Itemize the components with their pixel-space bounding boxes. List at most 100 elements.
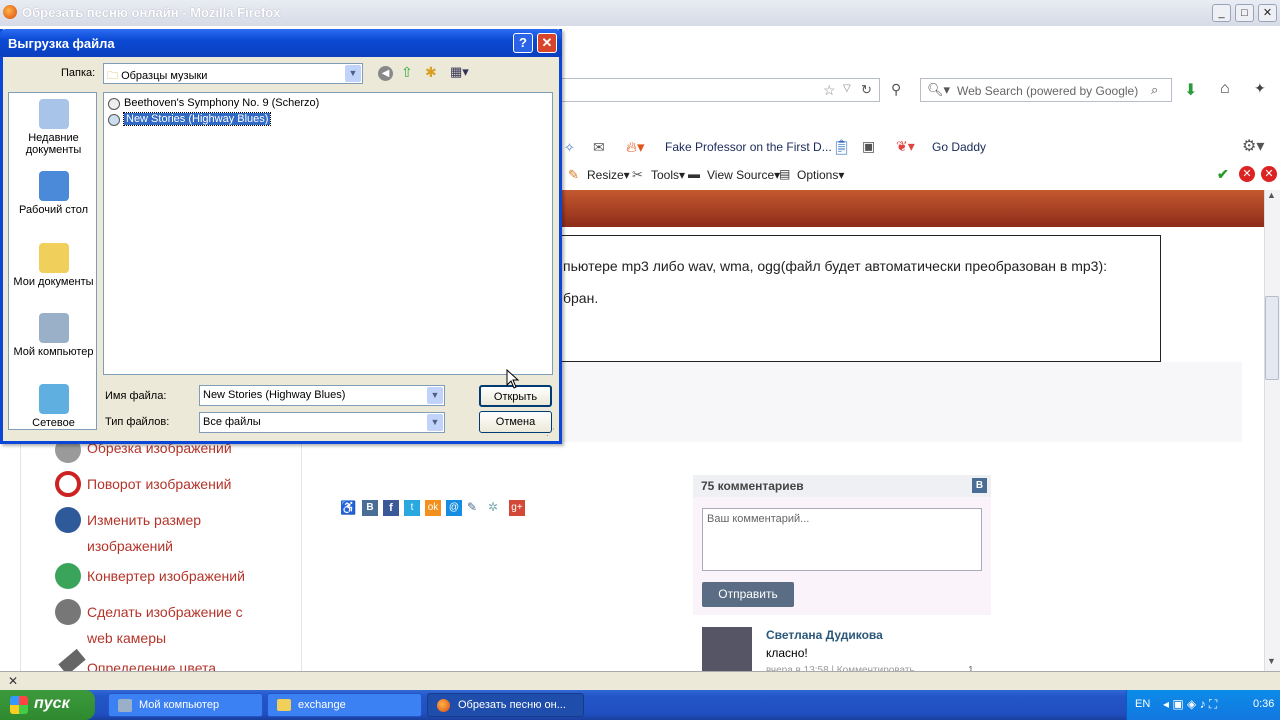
clock: 0:36 bbox=[1253, 698, 1275, 710]
mail-icon[interactable]: ✉ bbox=[593, 139, 605, 156]
tools-menu[interactable]: Tools▾ bbox=[651, 168, 685, 182]
language-indicator[interactable]: EN bbox=[1135, 698, 1150, 710]
cancel-button[interactable]: Отмена bbox=[479, 411, 552, 433]
place-my-documents[interactable]: Мои документы bbox=[9, 243, 98, 288]
place-recent[interactable]: Недавние документы bbox=[9, 99, 98, 156]
dialog-titlebar: Выгрузка файла bbox=[0, 29, 562, 57]
home-icon[interactable]: ⌂ bbox=[1220, 80, 1230, 98]
search-icon[interactable]: ⌕ bbox=[1151, 82, 1158, 98]
task-label: exchange bbox=[298, 699, 346, 711]
dialog-close-button[interactable]: ✕ bbox=[537, 33, 557, 53]
close-button[interactable]: ✕ bbox=[1258, 4, 1277, 22]
list-item-selected[interactable]: New Stories (Highway Blues) bbox=[108, 112, 272, 127]
file-list[interactable]: Beethoven's Symphony No. 9 (Scherzo) New… bbox=[103, 92, 553, 375]
scrollbar-thumb[interactable] bbox=[1265, 296, 1279, 380]
godaddy-icon[interactable]: ❦▾ bbox=[896, 138, 915, 155]
screenshot-icon[interactable]: ▣ bbox=[862, 138, 875, 155]
filename-input[interactable]: New Stories (Highway Blues) ▼ bbox=[199, 385, 445, 406]
addon-icon[interactable]: ✦ bbox=[1254, 80, 1266, 97]
view-menu-icon[interactable]: ▦▾ bbox=[450, 64, 469, 80]
page-header-bar bbox=[562, 190, 1266, 227]
folder-value: Образцы музыки bbox=[121, 70, 208, 82]
chevron-down-icon[interactable]: ▼ bbox=[427, 414, 443, 431]
sidebar-item-rotate[interactable]: Поворот изображений bbox=[87, 476, 231, 492]
list-item[interactable]: Beethoven's Symphony No. 9 (Scherzo) bbox=[108, 96, 319, 111]
gear-icon[interactable]: ⚙▾ bbox=[1242, 136, 1264, 156]
share-odnoklassniki-icon[interactable]: ok bbox=[425, 500, 441, 516]
ruler-icon: ✎ bbox=[568, 167, 579, 182]
fire-icon[interactable]: 🔥︎▾ bbox=[626, 138, 645, 156]
minimize-button[interactable]: _ bbox=[1212, 4, 1231, 22]
options-menu[interactable]: Options▾ bbox=[797, 168, 844, 182]
tray-icons[interactable]: ◂ ▣ ◈ ♪ ⛶ bbox=[1163, 697, 1217, 712]
close-toolbar-icon[interactable]: ✕ bbox=[1261, 166, 1277, 182]
download-icon[interactable]: ⬇ bbox=[1184, 80, 1197, 100]
system-tray: EN ◂ ▣ ◈ ♪ ⛶ 0:36 bbox=[1126, 690, 1280, 720]
scroll-up-icon[interactable]: ▲ bbox=[1267, 190, 1276, 200]
share-livejournal-icon[interactable]: ✎ bbox=[467, 500, 483, 516]
web-search-input[interactable]: 🔍︎▾ Web Search (powered by Google) ⌕ bbox=[920, 78, 1172, 102]
folder-label: Папка: bbox=[61, 67, 96, 79]
place-my-documents-label: Мои документы bbox=[13, 276, 94, 288]
scroll-down-icon[interactable]: ▼ bbox=[1267, 656, 1276, 666]
share-liveinternet-icon[interactable]: ✲ bbox=[488, 500, 504, 516]
reload-icon[interactable]: ↻ bbox=[861, 82, 872, 98]
task-firefox[interactable]: Обрезать песню он... bbox=[427, 693, 584, 717]
comment-author[interactable]: Светлана Дудикова bbox=[766, 628, 883, 642]
share-mailru-icon[interactable]: @ bbox=[446, 500, 462, 516]
folder-select[interactable]: 🗀︎ Образцы музыки ▼ bbox=[103, 63, 363, 84]
start-label: пуск bbox=[34, 695, 70, 712]
bookmark-fake-professor[interactable]: Fake Professor on the First D... bbox=[665, 140, 832, 154]
clipboard-icon[interactable]: 📋︎ bbox=[832, 138, 851, 156]
star-icon[interactable]: ☆ bbox=[823, 82, 836, 99]
help-button[interactable]: ? bbox=[513, 33, 533, 53]
filetype-value: Все файлы bbox=[203, 416, 261, 428]
sidebar-item-color[interactable]: Определение цвета bbox=[87, 660, 216, 671]
place-network[interactable]: Сетевое bbox=[9, 384, 98, 429]
chevron-down-icon[interactable]: ▼ bbox=[345, 65, 361, 82]
close-findbar-icon[interactable]: ✕ bbox=[8, 674, 18, 688]
up-folder-icon[interactable]: ⇧ bbox=[401, 64, 413, 81]
window-title: Обрезать песню онлайн - Mozilla Firefox bbox=[22, 5, 281, 20]
resize-grip-icon[interactable]: ⋰ bbox=[546, 427, 555, 438]
vk-badge[interactable]: В bbox=[972, 478, 987, 493]
chevron-down-icon[interactable]: ▼ bbox=[427, 387, 443, 404]
sidebar-item-resize[interactable]: Изменить размер изображений bbox=[87, 507, 247, 559]
view-source-menu[interactable]: View Source▾ bbox=[707, 168, 780, 182]
task-label: Мой компьютер bbox=[139, 699, 220, 711]
place-network-label: Сетевое bbox=[32, 417, 75, 429]
sidebar-item-webcam[interactable]: Сделать изображение с web камеры bbox=[87, 599, 257, 651]
start-button[interactable]: пуск bbox=[0, 690, 95, 720]
maximize-button[interactable]: □ bbox=[1235, 4, 1254, 22]
send-comment-button[interactable]: Отправить bbox=[702, 582, 794, 607]
place-desktop[interactable]: Рабочий стол bbox=[9, 171, 98, 216]
folder-icon bbox=[277, 699, 291, 711]
place-my-computer[interactable]: Мой компьютер bbox=[9, 313, 98, 358]
avatar[interactable] bbox=[702, 627, 752, 671]
sidebar-item-convert[interactable]: Конвертер изображений bbox=[87, 568, 245, 584]
task-my-computer[interactable]: Мой компьютер bbox=[108, 693, 263, 717]
share-accessibility-icon[interactable]: ♿ bbox=[340, 500, 356, 516]
share-vk-icon[interactable]: В bbox=[362, 500, 378, 516]
back-icon[interactable]: ◀ bbox=[378, 66, 393, 81]
place-recent-label: Недавние документы bbox=[25, 132, 82, 156]
dropdown-icon[interactable]: ▽ bbox=[843, 83, 851, 94]
resize-menu[interactable]: Resize▾ bbox=[587, 168, 630, 182]
stop-icon[interactable]: ✕ bbox=[1239, 166, 1255, 182]
search-engine-icon[interactable]: 🔍︎▾ bbox=[927, 82, 950, 98]
filetype-select[interactable]: Все файлы ▼ bbox=[199, 412, 445, 433]
bookmark-icon[interactable]: ✧ bbox=[564, 140, 575, 156]
translate-icon[interactable]: ⚲ bbox=[891, 81, 901, 98]
new-folder-icon[interactable]: ✱ bbox=[425, 64, 437, 81]
share-google-plus-icon[interactable]: g+ bbox=[509, 500, 525, 516]
share-facebook-icon[interactable]: f bbox=[383, 500, 399, 516]
share-twitter-icon[interactable]: t bbox=[404, 500, 420, 516]
check-icon[interactable]: ✔ bbox=[1217, 166, 1229, 183]
vertical-scrollbar[interactable]: ▲ ▼ bbox=[1264, 190, 1280, 671]
task-exchange[interactable]: exchange bbox=[267, 693, 422, 717]
url-bar[interactable]: ☆ ▽ ↻ bbox=[560, 78, 880, 102]
folder-icon: 🗀︎ bbox=[107, 70, 118, 82]
comment-input[interactable]: Ваш комментарий... bbox=[702, 508, 982, 571]
bookmark-go-daddy[interactable]: Go Daddy bbox=[932, 140, 986, 154]
options-icon: ▤ bbox=[779, 167, 791, 181]
